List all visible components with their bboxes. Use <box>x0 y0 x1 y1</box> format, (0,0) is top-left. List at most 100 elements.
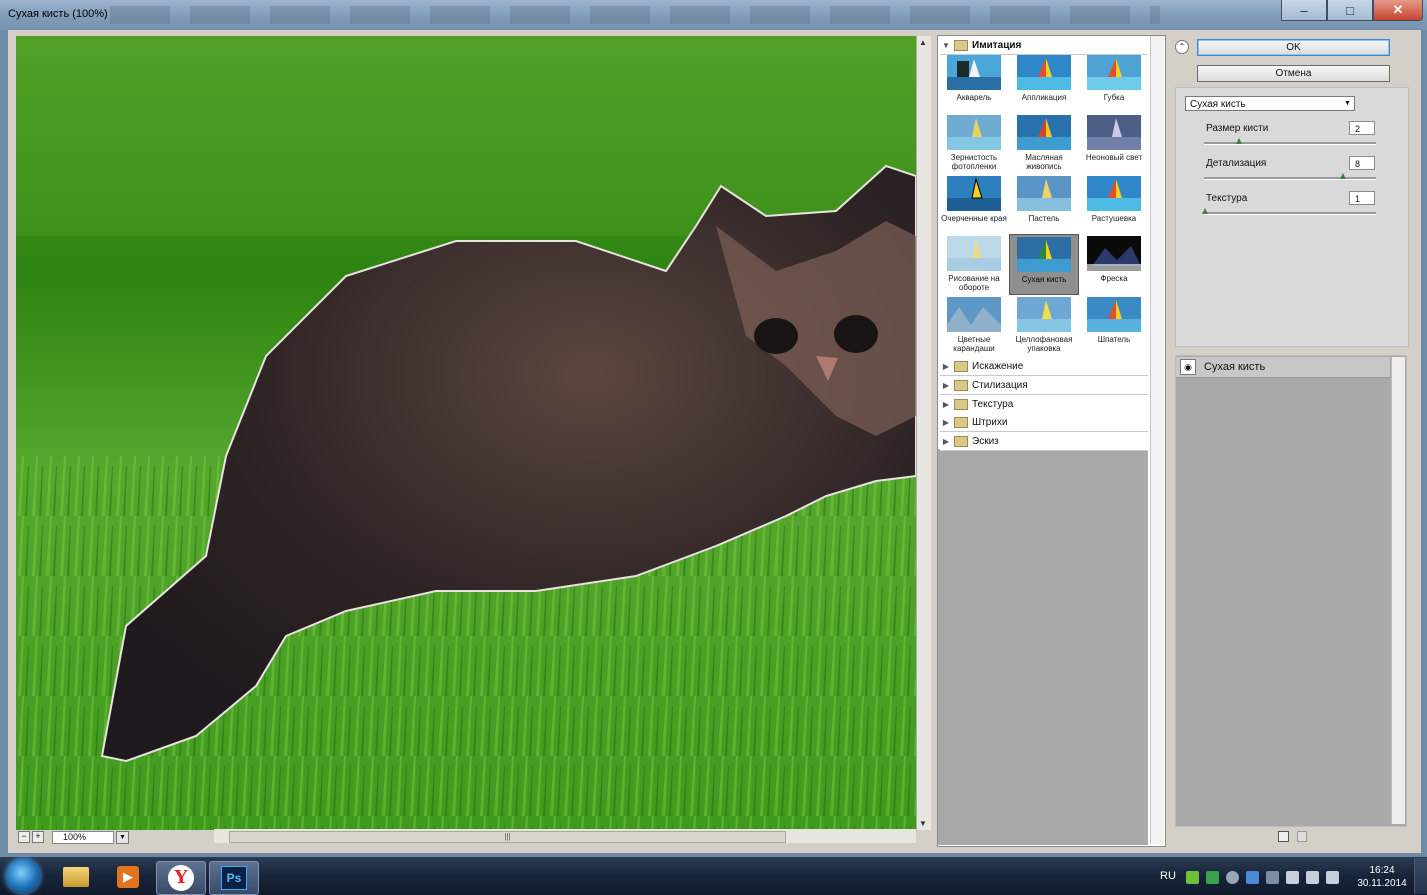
filter-thumb[interactable]: Пастель <box>1010 174 1078 223</box>
start-button[interactable] <box>6 859 40 893</box>
taskbar-yandex-browser[interactable]: Y <box>156 861 206 895</box>
effect-layer-row[interactable]: ◉ Сухая кисть <box>1176 357 1390 378</box>
preview-vertical-scrollbar[interactable]: ▲ ▼ <box>916 36 931 830</box>
filter-thumb[interactable]: Губка <box>1080 53 1148 102</box>
filter-thumb[interactable]: Очерченные края <box>940 174 1008 223</box>
brush-size-field[interactable]: 2 <box>1349 121 1375 135</box>
filter-preview-icon <box>947 176 1001 211</box>
collapsed-triangle-icon: ▶ <box>942 417 950 427</box>
taskbar-photoshop[interactable]: Ps <box>209 861 259 895</box>
category-label: Имитация <box>972 39 1022 51</box>
folder-icon <box>63 867 89 887</box>
blurred-menu-bar <box>110 6 1160 24</box>
taskbar-media-player[interactable]: ▶ <box>104 861 152 893</box>
effect-layers-panel <box>1175 355 1407 827</box>
horizontal-scroll-thumb[interactable]: ||| <box>229 831 786 843</box>
filter-thumb[interactable]: Масляная живопись <box>1010 113 1078 171</box>
brush-size-label: Размер кисти <box>1206 123 1269 134</box>
folder-icon <box>954 39 968 51</box>
category-strokes[interactable]: ▶ Штрихи <box>940 413 1148 432</box>
scroll-up-icon[interactable]: ▲ <box>919 38 927 47</box>
clock-date: 30.11.2014 <box>1357 878 1407 889</box>
zoom-out-button[interactable]: − <box>18 831 30 843</box>
zoom-level-field[interactable]: 100% <box>52 830 114 844</box>
effect-layer-label: Сухая кисть <box>1204 361 1266 373</box>
nvidia-icon[interactable] <box>1186 871 1199 884</box>
category-distort[interactable]: ▶ Искажение <box>940 357 1148 376</box>
taskbar-explorer[interactable] <box>52 861 100 893</box>
language-indicator[interactable]: RU <box>1160 870 1176 882</box>
gallery-scrollbar[interactable] <box>1150 36 1164 844</box>
zoom-in-button[interactable]: + <box>32 831 44 843</box>
category-label: Искажение <box>972 360 1024 372</box>
trash-icon[interactable] <box>1297 831 1307 842</box>
detail-label: Детализация <box>1206 158 1267 169</box>
filter-select[interactable]: Сухая кисть <box>1185 96 1355 111</box>
brush-size-slider[interactable] <box>1204 142 1376 145</box>
filter-preview-icon <box>1017 176 1071 211</box>
window-controls: – □ ✕ <box>1281 0 1423 22</box>
preview-image <box>16 36 916 830</box>
detail-slider[interactable] <box>1204 177 1376 180</box>
filter-preview-icon <box>1087 297 1141 332</box>
filter-thumb[interactable]: Растушевка <box>1080 174 1148 223</box>
category-texture[interactable]: ▶ Текстура <box>940 395 1148 414</box>
steam-icon[interactable] <box>1226 871 1239 884</box>
flag-icon[interactable] <box>1286 871 1299 884</box>
eye-icon[interactable]: ◉ <box>1180 359 1196 375</box>
show-desktop-button[interactable] <box>1414 858 1427 894</box>
new-effect-layer-icon[interactable] <box>1278 831 1289 842</box>
category-sketch[interactable]: ▶ Эскиз <box>940 432 1148 451</box>
brush-size-slider-thumb[interactable] <box>1236 138 1242 144</box>
filter-thumb[interactable]: Зернистость фотопленки <box>940 113 1008 171</box>
collapse-gallery-icon[interactable]: ⌃ <box>1175 40 1189 54</box>
layers-scrollbar[interactable] <box>1391 357 1405 824</box>
clock-time: 16:24 <box>1369 865 1395 876</box>
network-icon[interactable] <box>1306 871 1319 884</box>
folder-icon <box>954 416 968 428</box>
category-label: Эскиз <box>972 435 999 447</box>
antivirus-icon[interactable] <box>1206 871 1219 884</box>
category-stylize[interactable]: ▶ Стилизация <box>940 376 1148 395</box>
filter-thumb[interactable]: Цветные карандаши <box>940 295 1008 353</box>
filter-preview-icon <box>1017 237 1071 272</box>
filter-thumb[interactable]: Рисование на обороте <box>940 234 1008 292</box>
window-title: Сухая кисть (100%) <box>8 8 108 20</box>
filter-thumb-selected[interactable]: Сухая кисть <box>1009 234 1079 295</box>
texture-field[interactable]: 1 <box>1349 191 1375 205</box>
minimize-button[interactable]: – <box>1281 0 1327 21</box>
filter-thumb[interactable]: Шпатель <box>1080 295 1148 344</box>
collapsed-triangle-icon: ▶ <box>942 361 950 371</box>
filter-thumb[interactable]: Неоновый свет <box>1080 113 1148 162</box>
collapsed-triangle-icon: ▶ <box>942 380 950 390</box>
close-button[interactable]: ✕ <box>1373 0 1423 21</box>
filter-preview-icon <box>1087 115 1141 150</box>
detail-field[interactable]: 8 <box>1349 156 1375 170</box>
scroll-down-icon[interactable]: ▼ <box>919 819 927 828</box>
folder-icon <box>954 435 968 447</box>
update-icon[interactable] <box>1246 871 1259 884</box>
media-player-icon: ▶ <box>117 866 139 888</box>
ok-button[interactable]: OK <box>1197 39 1390 56</box>
filter-thumb[interactable]: Фреска <box>1080 234 1148 283</box>
volume-icon[interactable] <box>1326 871 1339 884</box>
filter-thumb[interactable]: Целлофановая упаковка <box>1010 295 1078 353</box>
filter-preview-icon <box>1017 55 1071 90</box>
filter-thumb[interactable]: Акварель <box>940 53 1008 102</box>
filter-preview-icon <box>1087 55 1141 90</box>
chevron-down-icon[interactable]: ▼ <box>116 830 129 844</box>
texture-slider[interactable] <box>1204 212 1376 215</box>
system-clock[interactable]: 16:24 30.11.2014 <box>1356 864 1408 890</box>
cancel-button[interactable]: Отмена <box>1197 65 1390 82</box>
filter-preview-icon <box>947 236 1001 271</box>
maximize-button[interactable]: □ <box>1327 0 1373 21</box>
filter-thumb[interactable]: Аппликация <box>1010 53 1078 102</box>
device-icon[interactable] <box>1266 871 1279 884</box>
detail-slider-thumb[interactable] <box>1340 173 1346 179</box>
photoshop-icon: Ps <box>221 866 247 890</box>
folder-icon <box>954 398 968 410</box>
chevron-down-icon[interactable]: ▼ <box>1344 100 1351 107</box>
filter-preview-icon <box>1017 297 1071 332</box>
texture-slider-thumb[interactable] <box>1202 208 1208 214</box>
preview-canvas[interactable] <box>16 36 916 830</box>
